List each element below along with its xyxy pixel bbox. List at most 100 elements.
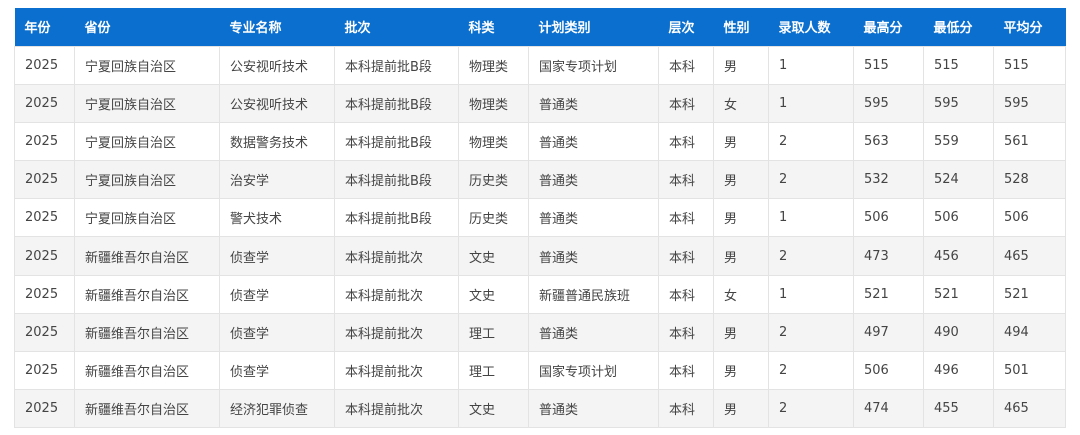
cell-admitted-count: 1	[768, 198, 854, 238]
column-header-batch: 批次	[344, 21, 371, 37]
cell-major-name: 侦查学	[219, 350, 335, 391]
cell-province: 宁夏回族自治区	[74, 121, 220, 162]
cell-admitted-count: 1	[768, 83, 854, 123]
cell-gender: 男	[713, 389, 769, 429]
cell-subject-category: 理工	[458, 350, 529, 391]
cell-max-score: 595	[853, 83, 924, 123]
cell-max-score: 521	[853, 274, 924, 314]
cell-gender: 男	[713, 198, 769, 238]
cell-admitted-count: 1	[768, 274, 854, 314]
cell-batch: 本科提前批B段	[334, 121, 459, 162]
cell-min-score: 559	[923, 121, 994, 162]
cell-year: 2025	[14, 312, 75, 353]
cell-level: 本科	[658, 389, 714, 429]
cell-max-score: 474	[853, 389, 924, 429]
cell-gender: 男	[713, 236, 769, 276]
cell-min-score: 521	[923, 274, 994, 314]
cell-gender: 男	[713, 121, 769, 162]
cell-gender: 男	[713, 160, 769, 200]
cell-province: 新疆维吾尔自治区	[74, 236, 220, 276]
table-row: 2025 新疆维吾尔自治区 经济犯罪侦查 本科提前批次 文史 普通类 本科男 2 474 455 4…	[14, 389, 1066, 429]
column-header-gender: 性别	[723, 21, 750, 37]
cell-subject-category: 历史类	[458, 198, 529, 238]
cell-max-score: 563	[853, 121, 924, 162]
cell-avg-score: 521	[993, 274, 1066, 314]
cell-max-score: 473	[853, 236, 924, 276]
cell-subject-category: 物理类	[458, 83, 529, 123]
cell-batch: 本科提前批B段	[334, 83, 459, 123]
cell-year: 2025	[14, 45, 75, 85]
cell-subject-category: 历史类	[458, 160, 529, 200]
cell-level: 本科	[658, 198, 714, 238]
cell-batch: 本科提前批B段	[334, 160, 459, 200]
cell-subject-category: 文史	[458, 389, 529, 429]
cell-major-name: 侦查学	[219, 312, 335, 353]
cell-year: 2025	[14, 274, 75, 314]
cell-plan-type: 普通类	[528, 160, 659, 200]
cell-province: 新疆维吾尔自治区	[74, 389, 220, 429]
cell-gender: 女	[713, 274, 769, 314]
cell-year: 2025	[14, 389, 75, 429]
cell-subject-category: 文史	[458, 274, 529, 314]
table-row: 2025 新疆维吾尔自治区 侦查学 本科提前批次 理工 普通类 本科男 2 497 490 494	[14, 312, 1066, 353]
cell-avg-score: 595	[993, 83, 1066, 123]
cell-level: 本科	[658, 274, 714, 314]
cell-min-score: 455	[923, 389, 994, 429]
cell-batch: 本科提前批次	[334, 350, 459, 391]
table-row: 2025 新疆维吾尔自治区 侦查学 本科提前批次 文史 新疆普通民族班 本科女 1 521 521…	[14, 274, 1066, 314]
cell-gender: 男	[713, 312, 769, 353]
cell-admitted-count: 2	[768, 160, 854, 200]
column-header-admitted-count: 录取人数	[778, 21, 831, 37]
cell-max-score: 497	[853, 312, 924, 353]
table-header: 年份 省份 专业名称 批次 科类 计划类别 层次 性别 录取人数 最高分 最低分 平均分	[14, 8, 1066, 46]
cell-batch: 本科提前批次	[334, 274, 459, 314]
cell-plan-type: 普通类	[528, 121, 659, 162]
cell-gender: 女	[713, 83, 769, 123]
cell-level: 本科	[658, 236, 714, 276]
cell-batch: 本科提前批B段	[334, 45, 459, 85]
cell-admitted-count: 2	[768, 236, 854, 276]
cell-avg-score: 515	[993, 45, 1066, 85]
cell-province: 宁夏回族自治区	[74, 160, 220, 200]
cell-gender: 男	[713, 45, 769, 85]
column-header-max-score: 最高分	[863, 21, 903, 37]
cell-major-name: 公安视听技术	[219, 83, 335, 123]
cell-batch: 本科提前批次	[334, 389, 459, 429]
cell-min-score: 524	[923, 160, 994, 200]
cell-min-score: 496	[923, 350, 994, 391]
header-row: 年份 省份 专业名称 批次 科类 计划类别 层次 性别 录取人数 最高分 最低分 平均分	[14, 8, 1066, 46]
cell-max-score: 515	[853, 45, 924, 85]
cell-level: 本科	[658, 312, 714, 353]
cell-major-name: 警犬技术	[219, 198, 335, 238]
cell-year: 2025	[14, 198, 75, 238]
cell-max-score: 506	[853, 198, 924, 238]
cell-major-name: 治安学	[219, 160, 335, 200]
cell-major-name: 数据警务技术	[219, 121, 335, 162]
cell-major-name: 公安视听技术	[219, 45, 335, 85]
admission-scores-table: 年份 省份 专业名称 批次 科类 计划类别 层次 性别 录取人数 最高分 最低分 平均分 2025 宁夏…	[14, 8, 1066, 429]
cell-avg-score: 465	[993, 389, 1066, 429]
cell-province: 宁夏回族自治区	[74, 83, 220, 123]
cell-min-score: 490	[923, 312, 994, 353]
cell-admitted-count: 2	[768, 350, 854, 391]
cell-avg-score: 494	[993, 312, 1066, 353]
cell-avg-score: 528	[993, 160, 1066, 200]
cell-province: 宁夏回族自治区	[74, 198, 220, 238]
cell-major-name: 侦查学	[219, 274, 335, 314]
cell-subject-category: 理工	[458, 312, 529, 353]
table-row: 2025 宁夏回族自治区 公安视听技术 本科提前批B段 物理类 国家专项计划 本科男 1 515…	[14, 45, 1066, 85]
cell-avg-score: 465	[993, 236, 1066, 276]
cell-gender: 男	[713, 350, 769, 391]
cell-plan-type: 新疆普通民族班	[528, 274, 659, 314]
cell-year: 2025	[14, 83, 75, 123]
cell-avg-score: 506	[993, 198, 1066, 238]
cell-avg-score: 561	[993, 121, 1066, 162]
cell-admitted-count: 2	[768, 312, 854, 353]
column-header-level: 层次	[668, 21, 695, 37]
cell-avg-score: 501	[993, 350, 1066, 391]
cell-plan-type: 国家专项计划	[528, 45, 659, 85]
cell-batch: 本科提前批B段	[334, 198, 459, 238]
table-row: 2025 宁夏回族自治区 警犬技术 本科提前批B段 历史类 普通类 本科男 1 506 506 50…	[14, 198, 1066, 238]
cell-subject-category: 物理类	[458, 121, 529, 162]
cell-plan-type: 普通类	[528, 312, 659, 353]
